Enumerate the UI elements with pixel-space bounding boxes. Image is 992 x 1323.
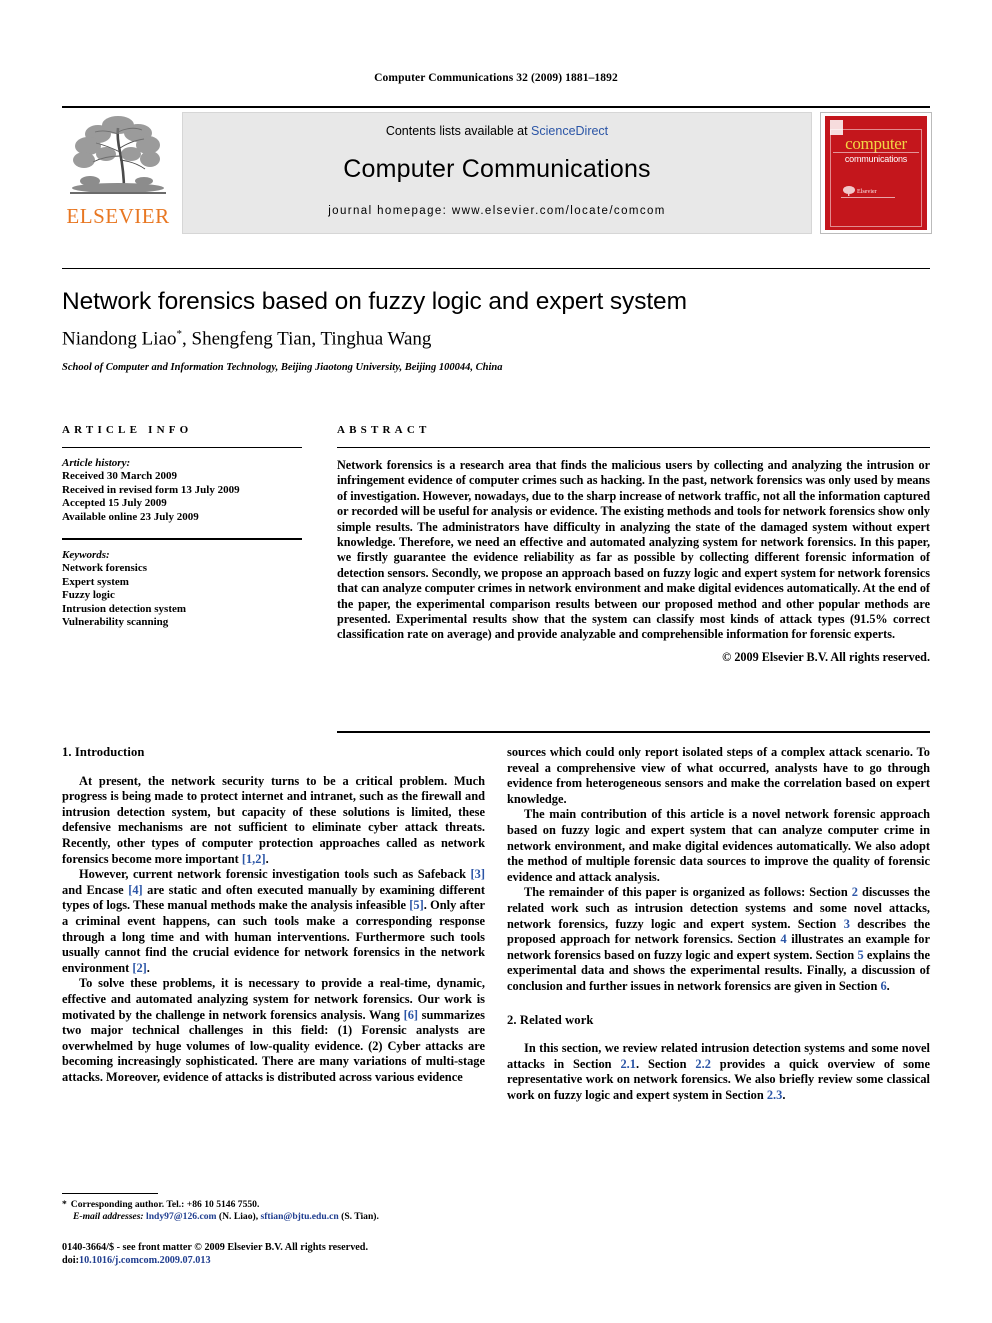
section-link[interactable]: 2.2	[695, 1057, 711, 1071]
keywords-heading: Keywords:	[62, 549, 110, 562]
paragraph-related-1: In this section, we review related intru…	[507, 1041, 930, 1103]
elsevier-logo: ELSEVIER	[62, 112, 174, 232]
abstract-bottom-rule	[337, 731, 930, 733]
article-history-item: Available online 23 July 2009	[62, 510, 199, 523]
article-history-block: Article history: Received 30 March 2009 …	[62, 457, 302, 524]
author-rest: , Shengfeng Tian, Tinghua Wang	[182, 328, 432, 350]
email-owner-1: (N. Liao),	[216, 1211, 261, 1223]
paragraph-right-1: sources which could only report isolated…	[507, 745, 930, 806]
title-separator-rule	[62, 268, 930, 269]
running-head: Computer Communications 32 (2009) 1881–1…	[374, 72, 618, 84]
cover-elsevier-mark-icon	[830, 120, 843, 135]
journal-cover-thumbnail: computer communications Elsevier	[820, 112, 932, 234]
keyword-item: Intrusion detection system	[62, 602, 187, 615]
article-history-heading: Article history:	[62, 457, 131, 469]
section-heading-introduction: 1. Introduction	[62, 745, 145, 759]
elsevier-wordmark: ELSEVIER	[66, 204, 170, 228]
footnote-corresponding-author: * Corresponding author. Tel.: +86 10 5146…	[62, 1199, 485, 1211]
footnote-separator-rule	[62, 1193, 158, 1194]
citation-link[interactable]: [3]	[471, 867, 485, 881]
cover-divider	[833, 152, 919, 153]
imprint-block: 0140-3664/$ - see front matter © 2009 El…	[62, 1241, 542, 1267]
article-history-item: Accepted 15 July 2009	[62, 497, 167, 510]
footnote-email-line: E-mail addresses: lndy97@126.com (N. Lia…	[62, 1211, 485, 1223]
elsevier-tree-icon	[68, 112, 168, 200]
cover-elsevier-tree-icon: Elsevier	[839, 182, 897, 200]
footnote-block: * Corresponding author. Tel.: +86 10 5146…	[62, 1199, 485, 1223]
text-run: .	[782, 1087, 786, 1102]
keyword-item: Network forensics	[62, 562, 148, 575]
paragraph-intro-2: However, current network forensic invest…	[62, 867, 485, 976]
keyword-item: Vulnerability scanning	[62, 616, 169, 629]
keywords-block: Keywords: Network forensics Expert syste…	[62, 549, 302, 629]
contents-prefix: Contents lists available at	[385, 124, 532, 138]
abstract-column: ABSTRACT Network forensics is a research…	[337, 424, 930, 665]
citation-link[interactable]: [2]	[132, 961, 146, 975]
article-info-rule	[62, 447, 302, 448]
citation-link[interactable]: [6]	[404, 1008, 418, 1022]
citation-link[interactable]: [1,2]	[242, 852, 266, 866]
text-run: and Encase	[62, 882, 129, 897]
section-link[interactable]: 2.1	[620, 1057, 636, 1071]
body-column-right: sources which could only report isolated…	[507, 745, 930, 1103]
cover-background: computer communications Elsevier	[825, 116, 927, 230]
contents-banner: Contents lists available at ScienceDirec…	[182, 112, 812, 234]
email-label: E-mail addresses:	[73, 1211, 144, 1223]
journal-title: Computer Communications	[343, 155, 651, 183]
email-link-tian[interactable]: sftian@bjtu.edu.cn	[261, 1211, 339, 1222]
doi-link[interactable]: 10.1016/j.comcom.2009.07.013	[79, 1255, 211, 1266]
contents-available-line: Contents lists available at ScienceDirec…	[183, 124, 811, 138]
text-run: .	[886, 978, 890, 993]
sciencedirect-link[interactable]: ScienceDirect	[531, 124, 608, 138]
abstract-text: Network forensics is a research area tha…	[337, 458, 930, 642]
abstract-copyright: © 2009 Elsevier B.V. All rights reserved…	[722, 649, 930, 664]
section-link[interactable]: 2.3	[767, 1088, 783, 1102]
journal-article-page: Computer Communications 32 (2009) 1881–1…	[0, 0, 992, 1323]
svg-text:Elsevier: Elsevier	[857, 189, 877, 195]
imprint-doi-line: doi:10.1016/j.comcom.2009.07.013	[62, 1254, 542, 1267]
paragraph-right-2: The main contribution of this article is…	[507, 807, 930, 884]
email-owner-2: (S. Tian).	[338, 1211, 379, 1223]
keyword-item: Fuzzy logic	[62, 589, 115, 602]
doi-label: doi:	[62, 1255, 79, 1266]
text-run: .	[265, 851, 269, 866]
article-info-label: ARTICLE INFO	[62, 424, 193, 436]
text-run: . Section	[635, 1056, 696, 1071]
text-run: .	[146, 960, 150, 975]
paragraph-intro-3: To solve these problems, it is necessary…	[62, 976, 485, 1085]
cover-title-line1: computer	[845, 134, 907, 153]
keyword-item: Expert system	[62, 575, 129, 588]
text-run: However, current network forensic invest…	[79, 867, 471, 882]
affiliation: School of Computer and Information Techn…	[62, 362, 503, 373]
paragraph-right-3: The remainder of this paper is organized…	[507, 885, 930, 994]
paragraph-intro-1: At present, the network security turns t…	[62, 774, 485, 868]
article-history-item: Received in revised form 13 July 2009	[62, 483, 240, 496]
footnote-star-marker: *	[62, 1199, 67, 1210]
section-heading-related-work: 2. Related work	[507, 1012, 594, 1027]
citation-link[interactable]: [4]	[128, 883, 142, 897]
text-run: At present, the network security turns t…	[62, 773, 485, 866]
journal-homepage-link[interactable]: journal homepage: www.elsevier.com/locat…	[183, 205, 811, 217]
body-column-left: 1. Introduction At present, the network …	[62, 745, 485, 1085]
footnote-corresponding-text: Corresponding author. Tel.: +86 10 5146 …	[70, 1199, 260, 1210]
article-info-column: ARTICLE INFO Article history: Received 3…	[62, 424, 302, 629]
article-history-item: Received 30 March 2009	[62, 470, 177, 483]
cover-title-line2: communications	[844, 154, 908, 164]
author-list: Niandong Liao*, Shengfeng Tian, Tinghua …	[62, 328, 782, 350]
email-link-liao[interactable]: lndy97@126.com	[146, 1211, 217, 1222]
imprint-front-matter: 0140-3664/$ - see front matter © 2009 El…	[62, 1242, 369, 1253]
keywords-rule	[62, 538, 302, 541]
header-top-rule	[62, 106, 930, 108]
journal-header-band: ELSEVIER Contents lists available at Sci…	[62, 106, 932, 234]
citation-link[interactable]: [5]	[409, 898, 423, 912]
page-title: Network forensics based on fuzzy logic a…	[62, 288, 687, 315]
abstract-label: ABSTRACT	[337, 424, 431, 436]
author-first: Niandong Liao	[62, 328, 177, 350]
abstract-rule	[337, 447, 930, 448]
text-run: The remainder of this paper is organized…	[524, 885, 852, 900]
